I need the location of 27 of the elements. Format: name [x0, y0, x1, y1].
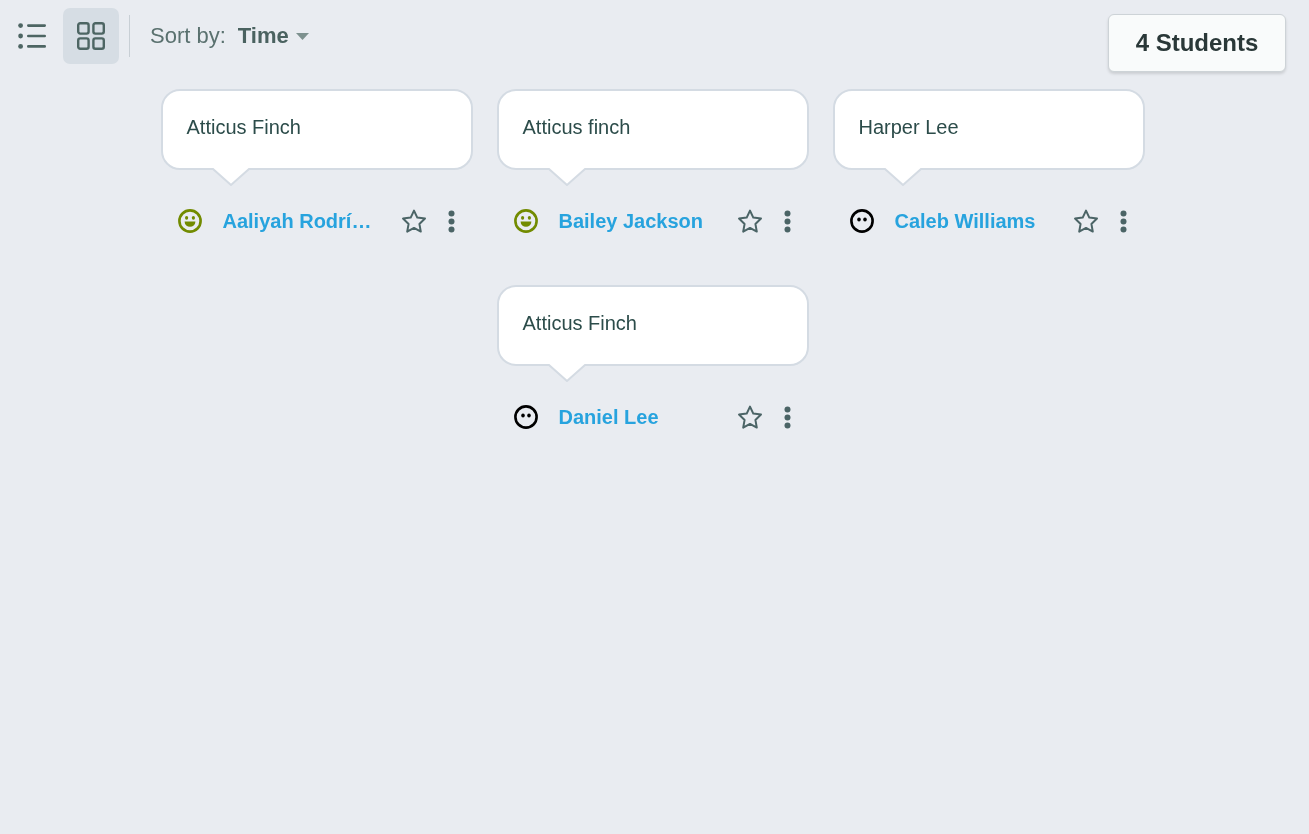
star-icon[interactable] — [400, 208, 427, 234]
more-icon[interactable] — [1119, 209, 1127, 233]
answer-bubble: Atticus Finch — [496, 285, 809, 382]
student-name-link[interactable]: Caleb Williams — [894, 209, 1036, 233]
smiley-face-icon — [177, 209, 202, 233]
student-name-link[interactable]: Aaliyah Rodrí… — [222, 209, 372, 233]
star-icon[interactable] — [736, 404, 763, 430]
student-name-link[interactable]: Bailey Jackson — [558, 209, 704, 233]
answer-bubble: Harper Lee — [832, 89, 1145, 186]
neutral-face-icon — [513, 405, 538, 429]
more-icon[interactable] — [447, 209, 455, 233]
answer-bubble: Atticus Finch — [160, 89, 473, 186]
list-icon — [18, 23, 46, 49]
more-icon[interactable] — [783, 405, 791, 429]
star-icon[interactable] — [1072, 208, 1099, 234]
more-icon[interactable] — [783, 209, 791, 233]
star-icon[interactable] — [736, 208, 763, 234]
grid-icon — [77, 22, 105, 50]
neutral-face-icon — [849, 209, 874, 233]
smiley-face-icon — [513, 209, 538, 233]
sort-label: Sort by: — [150, 22, 226, 50]
grid-view-button[interactable] — [63, 8, 119, 64]
answer-bubble: Atticus finch — [496, 89, 809, 186]
student-name-link[interactable]: Daniel Lee — [558, 405, 659, 429]
sort-dropdown[interactable]: Time — [237, 8, 309, 64]
student-count-button[interactable]: 4 Students — [1108, 14, 1286, 72]
caret-icon — [295, 32, 309, 40]
